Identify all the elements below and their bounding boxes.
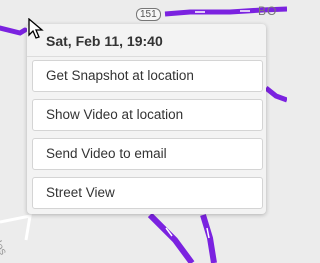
arrow-pointer-icon <box>28 17 44 45</box>
street-view-button[interactable]: Street View <box>32 177 263 209</box>
route-line-top-left <box>0 25 28 36</box>
minor-road <box>0 214 32 241</box>
context-popup: Sat, Feb 11, 19:40 Get Snapshot at locat… <box>27 24 266 214</box>
route-line-bottom-2 <box>200 214 217 263</box>
send-video-email-button[interactable]: Send Video to email <box>32 138 263 170</box>
show-video-button[interactable]: Show Video at location <box>32 99 263 131</box>
map-place-label: BO <box>258 4 278 18</box>
road-shield-label: 151 <box>136 8 161 21</box>
route-line-bottom-1 <box>147 212 195 263</box>
popup-header: Sat, Feb 11, 19:40 <box>27 24 266 57</box>
popup-title: Sat, Feb 11, 19:40 <box>46 33 163 49</box>
route-line-right <box>264 86 287 103</box>
get-snapshot-button[interactable]: Get Snapshot at location <box>32 60 263 92</box>
